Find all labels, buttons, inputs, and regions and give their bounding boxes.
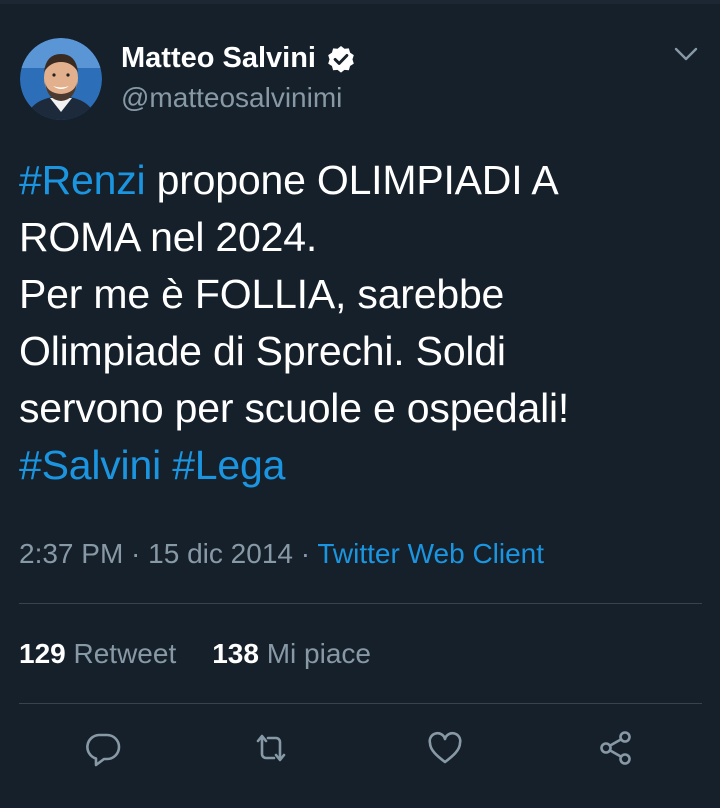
avatar[interactable] xyxy=(20,38,102,120)
tweet-text-segment: propone OLIMPIADI A xyxy=(145,157,559,203)
tweet-text-line: #Salvini #Lega xyxy=(19,437,699,494)
meta-separator: · xyxy=(123,538,149,569)
hashtag-link[interactable]: #Salvini xyxy=(19,442,161,488)
tweet-text-segment: Olimpiade di Sprechi. Soldi xyxy=(19,328,506,374)
tweet-time[interactable]: 2:37 PM xyxy=(19,538,123,569)
likes-count: 138 xyxy=(212,638,259,669)
tweet-detail: Matteo Salvini @matteosalvinimi #Renzi p… xyxy=(0,0,720,808)
tweet-text-line: servono per scuole e ospedali! xyxy=(19,380,699,437)
tweet-text-segment: ROMA nel 2024. xyxy=(19,214,318,260)
tweet-source-link[interactable]: Twitter Web Client xyxy=(317,538,544,569)
retweets-label: Retweet xyxy=(73,638,177,669)
tweet-text-segment xyxy=(161,442,172,488)
tweet-text-line: ROMA nel 2024. xyxy=(19,209,699,266)
tweet-text: #Renzi propone OLIMPIADI A ROMA nel 2024.… xyxy=(19,152,699,494)
tweet-text-line: Olimpiade di Sprechi. Soldi xyxy=(19,323,699,380)
tweet-stats: 129 Retweet 138 Mi piace xyxy=(19,634,371,674)
verified-badge-icon xyxy=(325,44,357,76)
author-name[interactable]: Matteo Salvini xyxy=(121,40,316,76)
hashtag-link[interactable]: #Lega xyxy=(172,442,285,488)
divider xyxy=(19,703,702,704)
share-icon[interactable] xyxy=(594,726,638,770)
likes-label: Mi piace xyxy=(266,638,371,669)
retweets-stat[interactable]: 129 Retweet xyxy=(19,634,176,674)
tweet-text-segment: Per me è FOLLIA, sarebbe xyxy=(19,271,505,317)
divider xyxy=(19,603,702,604)
tweet-meta: 2:37 PM · 15 dic 2014 · Twitter Web Clie… xyxy=(19,534,544,574)
retweet-icon[interactable] xyxy=(249,726,293,770)
tweet-text-line: Per me è FOLLIA, sarebbe xyxy=(19,266,699,323)
top-border xyxy=(0,0,720,4)
meta-separator: · xyxy=(292,538,318,569)
hashtag-link[interactable]: #Renzi xyxy=(19,157,146,203)
author-handle[interactable]: @matteosalvinimi xyxy=(121,80,342,116)
tweet-text-segment: servono per scuole e ospedali! xyxy=(19,385,570,431)
reply-icon[interactable] xyxy=(81,726,125,770)
chevron-down-icon[interactable] xyxy=(668,36,704,72)
tweet-date[interactable]: 15 dic 2014 xyxy=(148,538,293,569)
likes-stat[interactable]: 138 Mi piace xyxy=(212,634,371,674)
retweets-count: 129 xyxy=(19,638,66,669)
heart-icon[interactable] xyxy=(423,726,467,770)
tweet-text-line: #Renzi propone OLIMPIADI A xyxy=(19,152,699,209)
